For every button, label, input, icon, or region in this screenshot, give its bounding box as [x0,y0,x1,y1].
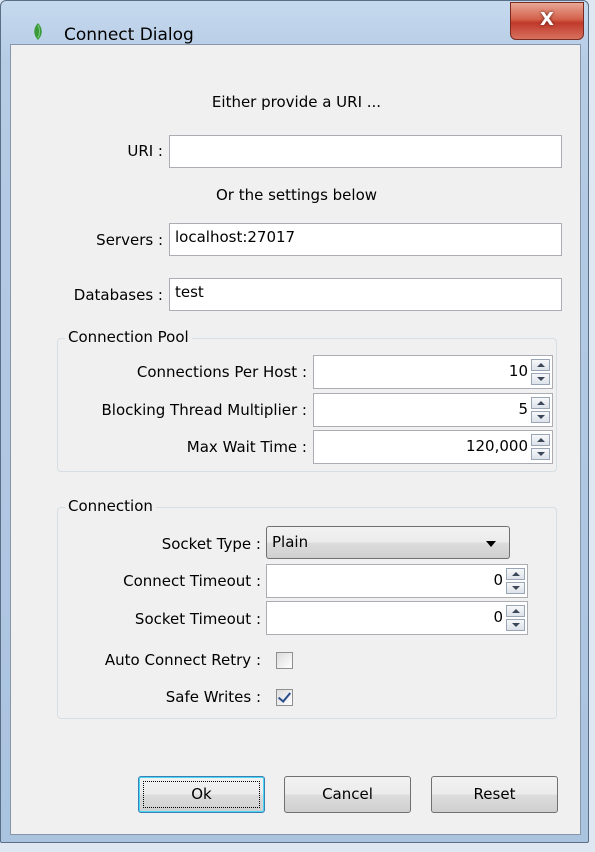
connect-dialog-window: Connect Dialog X Either provide a URI ..… [0,0,589,843]
socket-timeout-label: Socket Timeout : [134,610,261,628]
spin-down-icon[interactable] [506,619,525,631]
safe-writes-checkbox[interactable] [276,689,293,706]
auto-connect-retry-checkbox[interactable] [276,652,293,669]
uri-intro-text: Either provide a URI ... [211,93,382,111]
connection-title: Connection [65,497,156,515]
blocking-thread-multiplier-value: 5 [518,400,528,418]
reset-label: Reset [473,785,516,803]
socket-timeout-spinbox[interactable]: 0 [266,601,528,635]
reset-button[interactable]: Reset [431,776,558,813]
spin-down-icon[interactable] [531,411,550,423]
max-wait-time-spinbox[interactable]: 120,000 [313,430,553,464]
close-icon: X [540,9,554,30]
cancel-button[interactable]: Cancel [284,776,411,813]
connect-timeout-spinbox[interactable]: 0 [266,564,528,598]
databases-input[interactable]: test [169,278,562,311]
connection-pool-title: Connection Pool [65,328,192,346]
connections-per-host-label: Connections Per Host : [136,363,307,381]
servers-input[interactable]: localhost:27017 [169,223,562,256]
spin-up-icon[interactable] [531,434,550,446]
spin-up-icon[interactable] [531,397,550,409]
leaf-icon [34,23,42,40]
uri-input[interactable] [169,135,562,168]
chevron-down-icon [486,541,496,547]
max-wait-time-value: 120,000 [465,437,528,455]
connect-timeout-value: 0 [493,571,503,589]
connections-per-host-spinbox[interactable]: 10 [313,355,553,389]
spin-down-icon[interactable] [531,448,550,460]
max-wait-time-label: Max Wait Time : [186,438,307,456]
auto-connect-retry-label: Auto Connect Retry : [104,651,261,669]
blocking-thread-multiplier-label: Blocking Thread Multiplier : [101,401,308,419]
title-bar[interactable]: Connect Dialog X [1,1,588,45]
connect-timeout-label: Connect Timeout : [123,572,261,590]
uri-label: URI : [127,142,163,160]
spin-down-icon[interactable] [506,582,525,594]
connections-per-host-value: 10 [508,362,528,380]
socket-type-select[interactable]: Plain [266,526,510,559]
servers-label: Servers : [96,231,163,249]
spin-up-icon[interactable] [506,568,525,580]
socket-type-label: Socket Type : [161,535,261,553]
spin-down-icon[interactable] [531,373,550,385]
settings-intro-text: Or the settings below [215,186,378,204]
socket-type-value: Plain [272,533,309,551]
ok-button[interactable]: Ok [138,776,265,813]
cancel-label: Cancel [322,785,373,803]
window-title: Connect Dialog [64,25,194,45]
spin-up-icon[interactable] [531,359,550,371]
dialog-body: Either provide a URI ... URI : Or the se… [10,44,581,835]
close-button[interactable]: X [510,2,584,40]
blocking-thread-multiplier-spinbox[interactable]: 5 [313,393,553,427]
ok-label: Ok [191,785,212,803]
safe-writes-label: Safe Writes : [165,688,261,706]
spin-up-icon[interactable] [506,605,525,617]
databases-label: Databases : [73,286,163,304]
socket-timeout-value: 0 [493,608,503,626]
